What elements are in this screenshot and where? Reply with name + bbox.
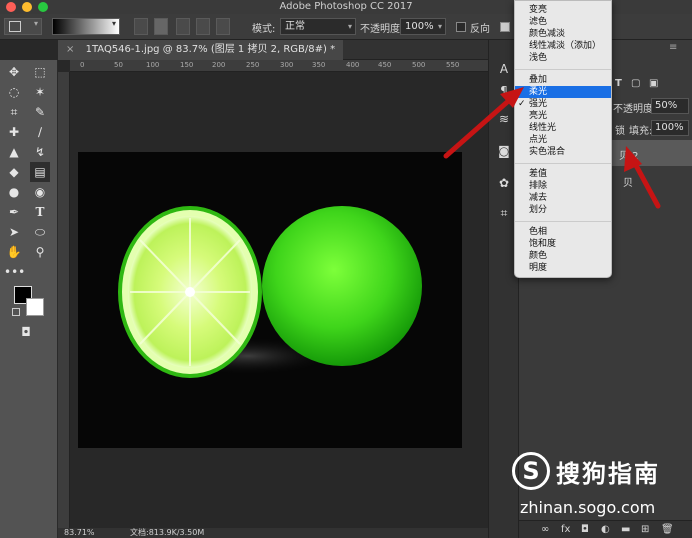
watermark-name: 搜狗指南 — [556, 460, 660, 488]
sogou-watermark: S 搜狗指南 zhinan.sogo.com — [512, 452, 688, 528]
arrow-to-soft-light — [443, 93, 517, 159]
watermark-url: zhinan.sogo.com — [520, 498, 656, 517]
sogou-logo-icon: S — [512, 452, 550, 490]
